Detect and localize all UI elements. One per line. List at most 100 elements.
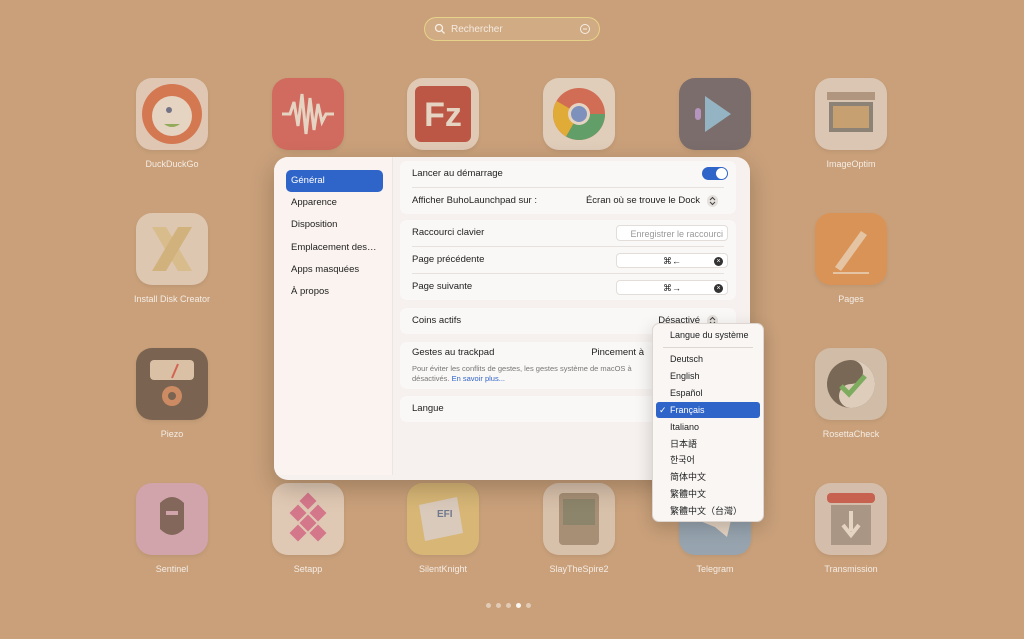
app-label: Pages [838,294,864,304]
menu-item-label: Français [670,405,705,415]
shortcuts-card: Raccourci clavier Enregistrer le raccour… [400,220,736,300]
menu-item-system-language[interactable]: Langue du système [656,327,760,343]
page-dot[interactable] [506,603,511,608]
app-chrome[interactable] [509,78,649,159]
sidebar-item-general[interactable]: Général [286,170,383,192]
sidebar-item-hidden-apps[interactable]: Apps masquées [286,259,383,281]
menu-item-japanese[interactable]: 日本語 [656,436,760,452]
app-rosettacheck[interactable]: RosettaCheck [781,348,921,439]
video-player-icon [679,78,751,150]
transmission-icon [815,483,887,555]
divider [412,246,724,247]
app-label: ImageOptim [826,159,876,169]
next-page-row: Page suivante ⌘→ × [412,277,728,297]
install-disk-creator-icon [136,213,208,285]
menu-item-italiano[interactable]: Italiano [656,419,760,435]
setapp-icon [272,483,344,555]
app-label: Install Disk Creator [133,294,211,304]
clear-icon[interactable] [579,23,591,35]
divider [412,273,724,274]
app-label: SlayTheSpire2 [549,564,609,574]
prev-page-keys: ⌘← [663,256,681,266]
learn-more-link[interactable]: En savoir plus... [452,374,505,383]
prev-page-row: Page précédente ⌘← × [412,250,728,270]
launch-at-login-label: Lancer au démarrage [412,168,503,179]
trackpad-value[interactable]: Pincement à [591,343,644,363]
app-pages[interactable]: Pages [781,213,921,304]
page-dot-current[interactable] [516,603,521,608]
sidebar-item-about[interactable]: À propos [286,281,383,303]
app-piezo[interactable]: Piezo [102,348,242,439]
trackpad-note-text: Pour éviter les conflits de gestes, les … [412,364,632,373]
app-label: Telegram [696,564,734,574]
chrome-icon [543,78,615,150]
app-label: DuckDuckGo [145,159,199,169]
prev-page-label: Page précédente [412,254,485,265]
next-page-keys: ⌘→ [663,283,681,293]
clear-shortcut-icon[interactable]: × [714,284,723,293]
menu-item-english[interactable]: English [656,368,760,384]
hot-corners-label: Coins actifs [412,315,462,326]
toggle-knob [716,168,727,179]
app-slaythespire[interactable]: SlayTheSpire2 [509,483,649,574]
trackpad-label: Gestes au trackpad [412,347,495,358]
menu-item-traditional-chinese-taiwan[interactable]: 繁體中文（台灣） [656,503,760,519]
silentknight-icon: EFI [407,483,479,555]
rosettacheck-icon [815,348,887,420]
search-input[interactable]: Rechercher [424,17,600,41]
app-audio[interactable] [238,78,378,159]
app-imageoptim[interactable]: ImageOptim [781,78,921,169]
page-dot[interactable] [526,603,531,608]
filezilla-icon: Fz [407,78,479,150]
menu-divider [663,347,753,348]
svg-text:EFI: EFI [437,509,453,520]
app-video[interactable] [645,78,785,159]
app-sentinel[interactable]: Sentinel [102,483,242,574]
shortcut-label: Raccourci clavier [412,227,485,238]
sidebar-item-appearance[interactable]: Apparence [286,192,383,214]
app-setapp[interactable]: Setapp [238,483,378,574]
menu-item-korean[interactable]: 한국어 [656,452,760,468]
sidebar-item-location[interactable]: Emplacement des… [286,237,383,259]
app-label: Setapp [293,564,323,574]
shortcut-field[interactable]: Enregistrer le raccourci [616,225,728,241]
trackpad-note-text-2: désactivés. [412,374,450,383]
trackpad-note: Pour éviter les conflits de gestes, les … [412,364,672,384]
piezo-icon [136,348,208,420]
next-page-label: Page suivante [412,281,473,292]
search-placeholder: Rechercher [451,23,503,35]
slaythespire-icon [543,483,615,555]
app-install-disk-creator[interactable]: Install Disk Creator [102,213,242,304]
audio-wave-icon [272,78,344,150]
chevron-updown-icon[interactable] [707,195,718,207]
menu-item-espanol[interactable]: Español [656,385,760,401]
sentinel-icon [136,483,208,555]
app-label: Transmission [824,564,878,574]
language-dropdown-menu: Langue du système Deutsch English Españo… [652,323,764,522]
checkmark-icon: ✓ [659,405,667,415]
prev-page-shortcut-field[interactable]: ⌘← × [616,253,728,268]
app-label: SilentKnight [418,564,468,574]
sidebar-item-layout[interactable]: Disposition [286,214,383,236]
next-page-shortcut-field[interactable]: ⌘→ × [616,280,728,295]
pages-icon [815,213,887,285]
divider [412,187,724,188]
menu-item-deutsch[interactable]: Deutsch [656,351,760,367]
app-transmission[interactable]: Transmission [781,483,921,574]
launch-at-login-row: Lancer au démarrage [412,164,728,184]
page-dot[interactable] [486,603,491,608]
clear-shortcut-icon[interactable]: × [714,257,723,266]
duckduckgo-icon [136,78,208,150]
page-dot[interactable] [496,603,501,608]
app-silentknight[interactable]: EFI SilentKnight [373,483,513,574]
menu-item-traditional-chinese[interactable]: 繁體中文 [656,486,760,502]
menu-item-francais[interactable]: ✓ Français [656,402,760,418]
menu-item-simplified-chinese[interactable]: 简体中文 [656,469,760,485]
app-filezilla[interactable]: Fz [373,78,513,159]
show-on-value[interactable]: Écran où se trouve le Dock [586,191,700,211]
show-on-label: Afficher BuhoLaunchpad sur : [412,195,537,206]
app-duckduckgo[interactable]: DuckDuckGo [102,78,242,169]
shortcut-row: Raccourci clavier Enregistrer le raccour… [412,223,728,243]
launch-at-login-toggle[interactable] [702,167,728,180]
app-label: Piezo [160,429,184,439]
